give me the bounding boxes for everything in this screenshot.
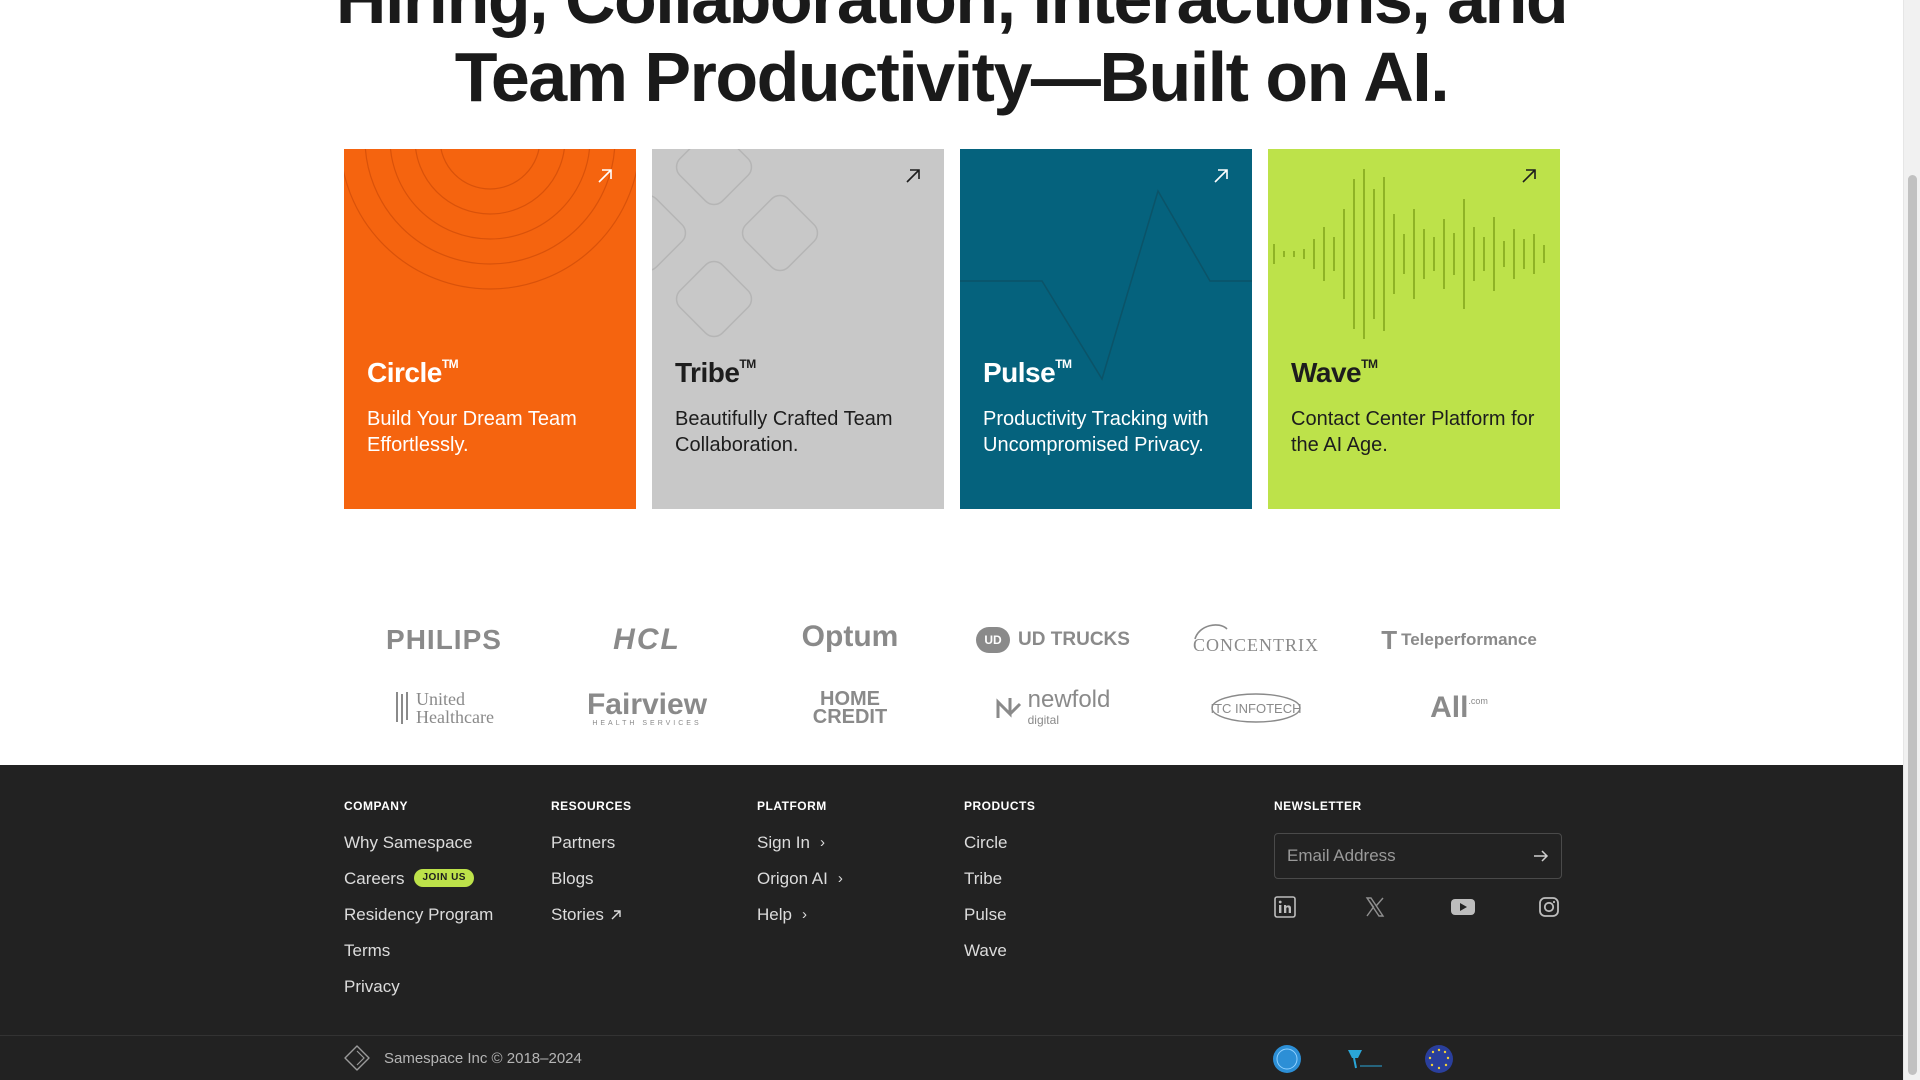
- instagram-icon[interactable]: [1538, 896, 1560, 918]
- chevron-right-icon: ›: [819, 834, 825, 851]
- newfold-n-icon: [996, 698, 1021, 718]
- philips-logo: PHILIPS: [386, 624, 502, 655]
- footer-newsletter-column: NEWSLETTER: [1274, 799, 1562, 918]
- hero-heading: Hiring, Collaboration, Interactions, and…: [0, 0, 1903, 116]
- copyright-text: Samespace Inc © 2018–2024: [384, 1049, 582, 1067]
- chevron-right-icon: ›: [801, 906, 807, 923]
- teleperformance-t-icon: T: [1381, 624, 1398, 655]
- scrollbar-thumb[interactable]: [1908, 175, 1917, 1075]
- footer-link-sign-in[interactable]: Sign In ›: [757, 833, 843, 869]
- footer-resources-column: RESOURCES Partners Blogs Stories: [551, 799, 632, 941]
- product-name: TribeTM: [675, 357, 756, 388]
- hero-heading-line-2: Team Productivity—Built on AI.: [454, 38, 1450, 116]
- product-description: Contact Center Platform for the AI Age.: [1291, 408, 1535, 456]
- product-card-tribe[interactable]: TribeTM Beautifully Crafted Team Collabo…: [652, 149, 944, 509]
- hero-heading-line-1: Hiring, Collaboration, Interactions, and: [0, 0, 1903, 38]
- external-arrow-icon: [598, 169, 612, 183]
- product-card-pulse[interactable]: PulseTM Productivity Tracking with Uncom…: [960, 149, 1252, 509]
- footer-platform-column: PLATFORM Sign In › Origon AI › Help ›: [757, 799, 843, 941]
- product-description: Beautifully Crafted Team Collaboration.: [675, 408, 893, 456]
- product-name: PulseTM: [983, 357, 1072, 388]
- ud-trucks-logo: UD UD TRUCKS: [953, 615, 1153, 665]
- footer-link-privacy[interactable]: Privacy: [344, 977, 493, 1013]
- external-arrow-icon: [611, 910, 621, 920]
- footer-link-residency-program[interactable]: Residency Program: [344, 905, 493, 941]
- product-name: CircleTM: [367, 357, 459, 388]
- newfold-digital-logo: newfold digital: [953, 683, 1153, 733]
- footer-divider: [0, 1035, 1903, 1036]
- footer-link-pulse[interactable]: Pulse: [964, 905, 1035, 941]
- x-icon[interactable]: [1364, 896, 1386, 918]
- footer-link-origon-ai[interactable]: Origon AI ›: [757, 869, 843, 905]
- hipaa-badge-icon: [1348, 1050, 1382, 1069]
- home-credit-logo: HOME CREDIT: [812, 688, 888, 728]
- footer-link-blogs[interactable]: Blogs: [551, 869, 632, 905]
- footer-company-column: COMPANY Why Samespace Careers JOIN US Re…: [344, 799, 493, 1013]
- footer-link-partners[interactable]: Partners: [551, 833, 632, 869]
- product-name: WaveTM: [1291, 357, 1378, 388]
- footer-link-help[interactable]: Help ›: [757, 905, 843, 941]
- ud-trucks-wordmark: UD TRUCKS: [1018, 629, 1130, 650]
- email-field[interactable]: [1275, 845, 1521, 867]
- footer-link-circle[interactable]: Circle: [964, 833, 1035, 869]
- product-card-wave[interactable]: WaveTM Contact Center Platform for the A…: [1268, 149, 1560, 509]
- footer-products-column: PRODUCTS Circle Tribe Pulse Wave: [964, 799, 1035, 977]
- footer-link-tribe[interactable]: Tribe: [964, 869, 1035, 905]
- join-us-badge: JOIN US: [414, 869, 474, 887]
- chevron-right-icon: ›: [837, 870, 843, 887]
- footer-link-terms[interactable]: Terms: [344, 941, 493, 977]
- footer-link-wave[interactable]: Wave: [964, 941, 1035, 977]
- youtube-icon[interactable]: [1450, 896, 1476, 918]
- united-healthcare-logo: United Healthcare: [344, 683, 544, 733]
- footer-heading-resources: RESOURCES: [551, 799, 632, 813]
- product-cards: CircleTM Build Your Dream Team Effortles…: [344, 149, 1560, 509]
- newsletter-submit-button[interactable]: [1521, 834, 1561, 878]
- arrow-right-icon: [1534, 850, 1549, 862]
- gdpr-badge-icon: [1425, 1045, 1453, 1073]
- concentrix-logo: CONCENTRIX: [1156, 615, 1356, 665]
- footer-heading-newsletter: NEWSLETTER: [1274, 799, 1362, 813]
- footer-heading-products: PRODUCTS: [964, 799, 1036, 813]
- external-arrow-icon: [1214, 169, 1228, 183]
- footer-link-why-samespace[interactable]: Why Samespace: [344, 833, 493, 869]
- external-arrow-icon: [906, 169, 920, 183]
- teleperformance-logo: T Teleperformance: [1381, 624, 1537, 655]
- ud-emblem-icon: UD: [976, 627, 1011, 653]
- product-description: Productivity Tracking with Uncompromised…: [983, 408, 1209, 456]
- optum-logo: Optum: [801, 620, 899, 653]
- samespace-logo-icon: [344, 1045, 370, 1071]
- uhc-emblem-icon: [396, 692, 409, 724]
- footer-link-stories[interactable]: Stories: [551, 905, 632, 941]
- itc-infotech-logo: ITC INFOTECH: [1156, 683, 1356, 733]
- footer-heading-platform: PLATFORM: [757, 799, 827, 813]
- fairview-logo: Fairview HEALTH SERVICES: [586, 687, 708, 727]
- soc-badge-icon: [1273, 1045, 1301, 1073]
- newsletter-form: [1274, 833, 1562, 879]
- social-links: [1274, 896, 1560, 920]
- vertical-scrollbar[interactable]: [1903, 0, 1920, 1080]
- all-com-logo: All .com: [1430, 691, 1488, 724]
- footer-link-careers[interactable]: Careers JOIN US: [344, 869, 493, 905]
- copyright-bar: Samespace Inc © 2018–2024: [344, 1045, 582, 1071]
- page: Hiring, Collaboration, Interactions, and…: [0, 0, 1903, 1080]
- product-card-circle[interactable]: CircleTM Build Your Dream Team Effortles…: [344, 149, 636, 509]
- footer-heading-company: COMPANY: [344, 799, 408, 813]
- hcl-logo: HCL: [613, 623, 681, 656]
- product-description: Build Your Dream Team Effortlessly.: [367, 408, 577, 456]
- external-arrow-icon: [1522, 169, 1536, 183]
- site-footer: COMPANY Why Samespace Careers JOIN US Re…: [0, 765, 1903, 1080]
- concentrix-swoosh-icon: [1194, 624, 1228, 640]
- linkedin-icon[interactable]: [1274, 896, 1296, 918]
